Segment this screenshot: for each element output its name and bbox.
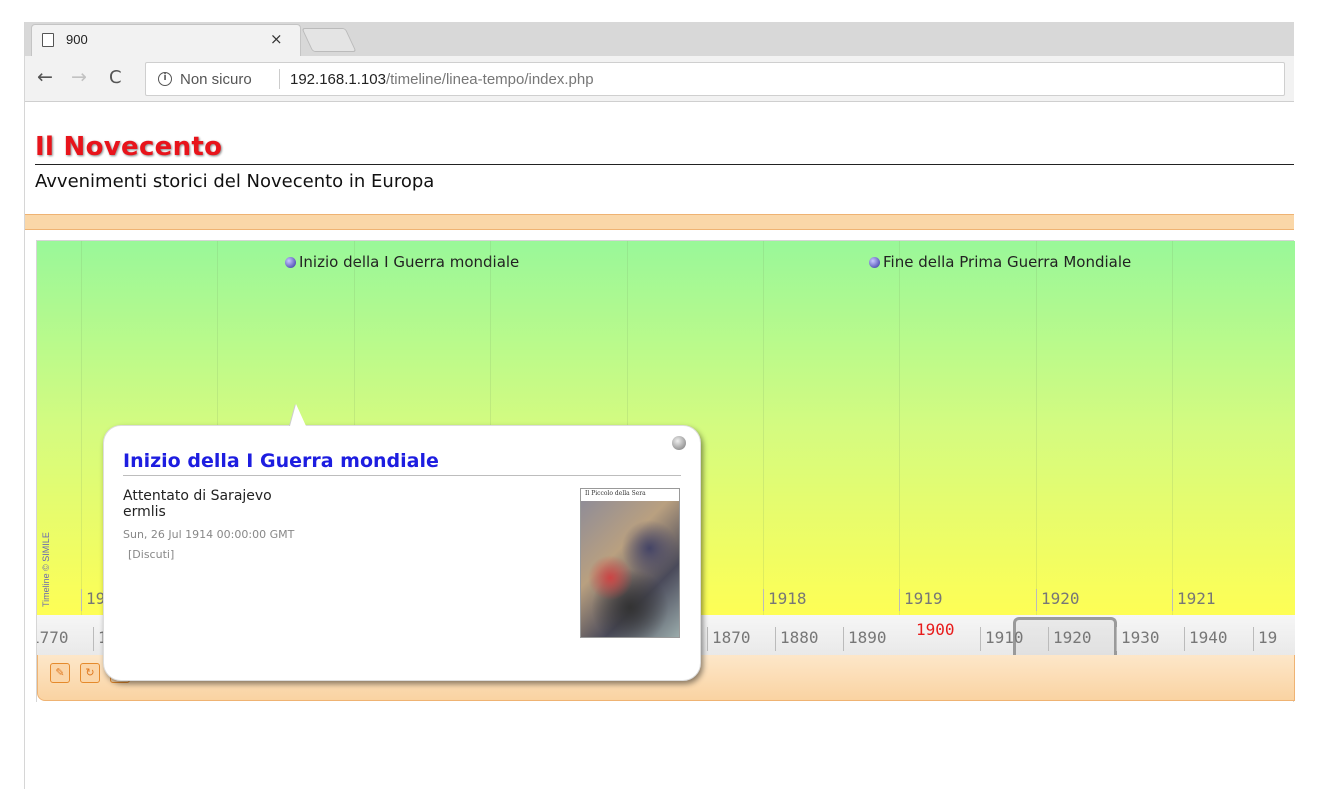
grid-line: [763, 241, 764, 615]
address-bar[interactable]: i Non sicuro 192.168.1.103/timeline/line…: [145, 62, 1285, 96]
title-divider: [35, 164, 1294, 165]
orange-band: [25, 214, 1294, 230]
close-icon[interactable]: [672, 436, 686, 450]
page-icon: [42, 33, 54, 47]
tab-close-icon[interactable]: ×: [270, 30, 283, 48]
overview-year-label: 1910: [980, 627, 1024, 651]
year-label: 1920: [1036, 589, 1080, 611]
page-subtitle: Avvenimenti storici del Novecento in Eur…: [35, 171, 435, 192]
bubble-divider: [123, 475, 681, 476]
credit-text: Timeline © SIMILE: [41, 532, 51, 607]
security-label[interactable]: Non sicuro: [180, 71, 252, 88]
overview-year-label: 1870: [707, 627, 751, 651]
tab-strip: 900 ×: [25, 22, 1294, 56]
page-content: Il Novecento Avvenimenti storici del Nov…: [25, 102, 1295, 789]
browser-window: 900 × ← → C i Non sicuro 192.168.1.103/t…: [24, 22, 1295, 789]
omnibox-divider: [279, 69, 280, 89]
grid-line: [1036, 241, 1037, 615]
back-arrow-icon[interactable]: ←: [37, 66, 53, 88]
overview-year-label: 19: [1253, 627, 1277, 651]
reload-icon[interactable]: C: [109, 67, 122, 88]
overview-year-label: 1880: [775, 627, 819, 651]
url-path: /timeline/linea-tempo/index.php: [385, 71, 594, 88]
grid-line: [81, 241, 82, 615]
grid-line: [899, 241, 900, 615]
event-dot-icon: [869, 257, 880, 268]
description-line: Attentato di Sarajevo: [123, 488, 272, 504]
description-line: ermlis: [123, 504, 166, 520]
url-host: 192.168.1.103: [290, 71, 386, 88]
browser-toolbar: ← → C i Non sicuro 192.168.1.103/timelin…: [25, 56, 1294, 102]
overview-year-label: 1940: [1184, 627, 1228, 651]
discuti-link[interactable]: [Discuti]: [128, 548, 174, 561]
overview-year-label: 1920: [1048, 627, 1092, 651]
event-fine-guerra[interactable]: Fine della Prima Guerra Mondiale: [869, 253, 1131, 271]
overview-year-label: 1900: [916, 620, 955, 639]
bubble-date: Sun, 26 Jul 1914 00:00:00 GMT: [123, 528, 295, 541]
forward-arrow-icon[interactable]: →: [71, 66, 87, 88]
page-title: Il Novecento: [35, 132, 223, 162]
refresh-icon[interactable]: ↻: [80, 663, 100, 683]
image-caption: Il Piccolo della Sera: [585, 490, 646, 497]
url-text[interactable]: 192.168.1.103/timeline/linea-tempo/index…: [290, 71, 594, 88]
year-label: 1921: [1172, 589, 1216, 611]
new-tab-button[interactable]: [301, 28, 357, 52]
edit-icon[interactable]: ✎: [50, 663, 70, 683]
year-label: 1918: [763, 589, 807, 611]
bubble-description: Attentato di Sarajevo ermlis: [123, 488, 272, 520]
event-label: Inizio della I Guerra mondiale: [299, 253, 520, 271]
overview-year-label: 1770: [37, 627, 69, 651]
bubble-pointer: [290, 404, 306, 426]
overview-year-label: 1890: [843, 627, 887, 651]
event-info-bubble: Inizio della I Guerra mondiale Attentato…: [103, 404, 701, 681]
event-dot-icon: [285, 257, 296, 268]
newspaper-image: Il Piccolo della Sera: [580, 488, 680, 638]
bubble-title: Inizio della I Guerra mondiale: [123, 450, 439, 472]
event-label: Fine della Prima Guerra Mondiale: [883, 253, 1132, 271]
timeline[interactable]: Timeline © SIMILE Inizio della I Guerra …: [36, 240, 1295, 702]
browser-tab[interactable]: 900 ×: [31, 24, 301, 56]
event-inizio-guerra[interactable]: Inizio della I Guerra mondiale: [285, 253, 519, 271]
grid-line: [1172, 241, 1173, 615]
tab-title: 900: [66, 32, 88, 47]
year-label: 1919: [899, 589, 943, 611]
overview-year-label: 1930: [1116, 627, 1160, 651]
info-icon[interactable]: i: [158, 72, 172, 86]
simile-credit: Timeline © SIMILE: [41, 532, 55, 607]
